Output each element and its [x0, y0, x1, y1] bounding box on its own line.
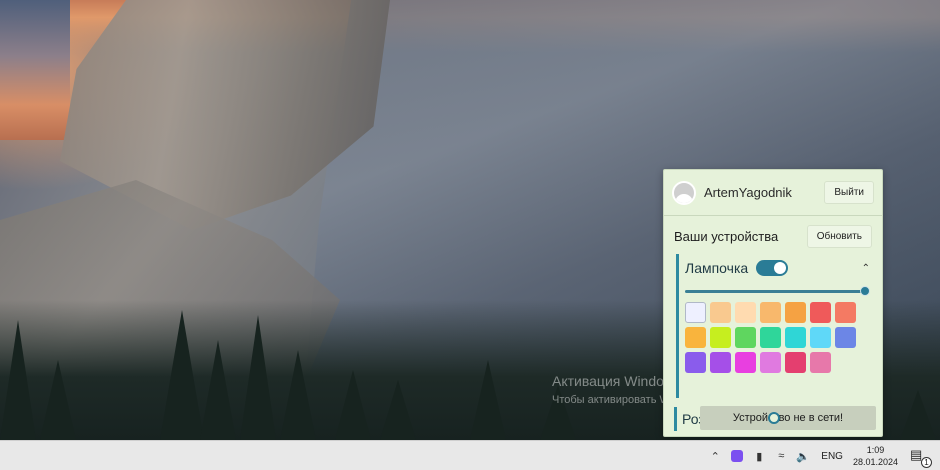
color-swatch[interactable] — [760, 352, 781, 373]
taskbar: ⌃ ▮ ≈ 🔈 ENG 1:09 28.01.2024 ▤ 1 — [0, 440, 940, 470]
tree — [470, 360, 506, 440]
network-icon[interactable]: ≈ — [773, 448, 789, 464]
color-swatch[interactable] — [735, 327, 756, 348]
wallpaper-sky — [0, 0, 70, 140]
tree — [240, 315, 276, 440]
color-swatch[interactable] — [710, 352, 731, 373]
color-swatch[interactable] — [810, 302, 831, 323]
color-swatch[interactable] — [785, 302, 806, 323]
tree — [335, 370, 371, 440]
clock-time: 1:09 — [866, 445, 885, 455]
notification-icon[interactable]: ▤ 1 — [910, 447, 932, 468]
color-swatch[interactable] — [685, 352, 706, 373]
device-header: Лампочка ⌃ — [679, 254, 876, 278]
color-swatch[interactable] — [710, 302, 731, 323]
chevron-up-icon[interactable]: ⌃ — [707, 448, 723, 464]
language-indicator[interactable]: ENG — [821, 451, 843, 462]
tree — [160, 310, 204, 440]
username: ArtemYagodnik — [704, 185, 792, 200]
tree — [380, 380, 416, 440]
offline-toast: Устройство не в сети! — [700, 406, 876, 430]
battery-icon[interactable]: ▮ — [751, 448, 767, 464]
color-swatch[interactable] — [735, 302, 756, 323]
smart-home-popup: ArtemYagodnik Выйти Ваши устройства Обно… — [663, 169, 883, 437]
color-swatch[interactable] — [785, 352, 806, 373]
volume-icon[interactable]: 🔈 — [795, 448, 811, 464]
color-swatch[interactable] — [685, 327, 706, 348]
refresh-button[interactable]: Обновить — [806, 224, 872, 248]
color-swatch[interactable] — [835, 302, 856, 323]
clock[interactable]: 1:09 28.01.2024 — [853, 444, 898, 468]
logout-button[interactable]: Выйти — [824, 181, 874, 204]
toggle-knob — [774, 262, 787, 274]
chevron-up-icon[interactable]: ⌃ — [862, 263, 870, 274]
slider-track — [685, 290, 862, 293]
slider-thumb[interactable] — [860, 286, 870, 296]
app-tray-icon[interactable] — [729, 448, 745, 464]
user-header: ArtemYagodnik Выйти — [664, 170, 882, 216]
color-swatch[interactable] — [785, 327, 806, 348]
color-swatch[interactable] — [685, 302, 706, 323]
power-toggle[interactable] — [756, 260, 789, 276]
device-card-lamp: Лампочка ⌃ — [676, 254, 876, 398]
devices-title: Ваши устройства — [674, 228, 779, 244]
system-tray: ⌃ ▮ ≈ 🔈 ENG 1:09 28.01.2024 ▤ 1 — [707, 441, 940, 470]
color-swatch[interactable] — [735, 352, 756, 373]
tree — [200, 340, 236, 440]
tree — [900, 390, 936, 440]
color-swatch[interactable] — [810, 327, 831, 348]
toast-message: Устройство не в сети! — [732, 412, 844, 424]
clock-date: 28.01.2024 — [852, 457, 898, 467]
color-swatch[interactable] — [810, 352, 831, 373]
avatar — [672, 180, 696, 205]
color-swatch[interactable] — [835, 327, 856, 348]
avatar-person-icon — [675, 193, 693, 203]
color-swatch[interactable] — [710, 327, 731, 348]
color-swatch[interactable] — [760, 302, 781, 323]
devices-header: Ваши устройства Обновить — [664, 224, 882, 248]
color-palette — [685, 302, 876, 373]
color-swatch[interactable] — [760, 327, 781, 348]
tree — [0, 320, 36, 440]
notification-badge: 1 — [921, 457, 932, 468]
loading-ring-icon — [768, 412, 780, 424]
device-name: Лампочка — [685, 260, 749, 276]
tree — [40, 360, 76, 440]
brightness-slider[interactable] — [685, 286, 870, 296]
tree — [280, 350, 316, 440]
